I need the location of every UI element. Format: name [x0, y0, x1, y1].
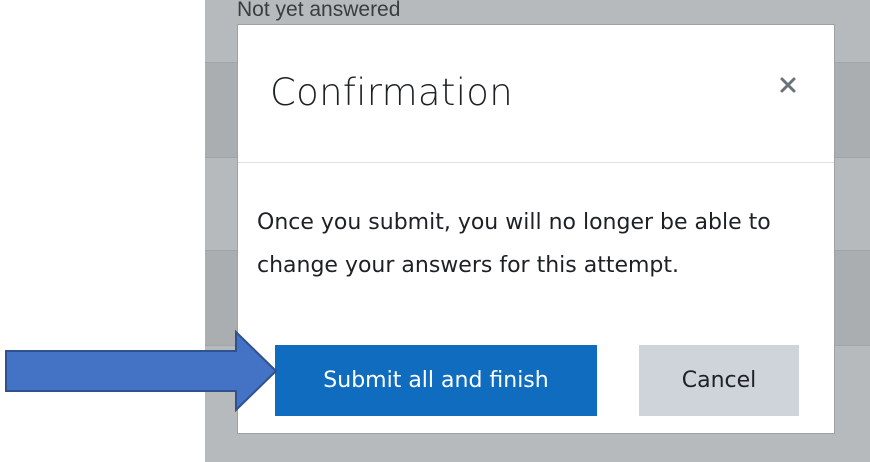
close-icon — [772, 69, 804, 101]
screenshot-stage: Not yet answered Confirmation Once you s… — [0, 0, 870, 462]
confirmation-dialog: Confirmation Once you submit, you will n… — [237, 24, 835, 434]
dialog-title: Confirmation — [270, 71, 513, 114]
right-arrow-icon — [0, 329, 280, 417]
question-status-text: Not yet answered — [237, 0, 401, 21]
close-button[interactable] — [772, 69, 804, 101]
dialog-header: Confirmation — [238, 25, 834, 163]
submit-all-and-finish-button[interactable]: Submit all and finish — [275, 345, 597, 416]
cancel-button[interactable]: Cancel — [639, 345, 799, 416]
dialog-message: Once you submit, you will no longer be a… — [257, 210, 771, 278]
